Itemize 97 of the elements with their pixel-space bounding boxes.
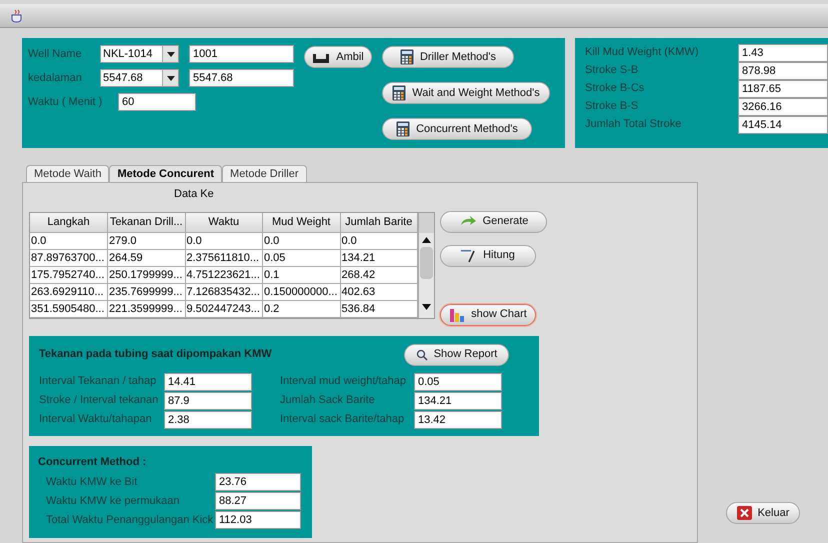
table-cell: 250.1799999... [108,266,185,284]
slash-icon [461,248,478,262]
text-field[interactable]: 88.27 [215,492,301,510]
field-label: Jumlah Sack Barite [280,393,376,408]
tab[interactable]: Metode Driller [222,165,306,182]
field-label: Waktu ( Menit ) [28,94,100,110]
field-label: Stroke B-Cs [585,81,646,96]
text-field[interactable]: 1001 [189,45,294,63]
fetch-button[interactable]: Ambil [304,46,372,68]
action-button[interactable]: Generate [440,210,547,232]
dropdown-arrow-icon [166,52,174,56]
field-label: Waktu KMW ke permukaan [46,494,180,509]
scroll-down-icon[interactable] [422,304,431,310]
calculator-icon [396,121,410,137]
table-cell: 536.84 [340,300,418,318]
field-label: Jumlah Total Stroke [585,117,682,132]
table-cell: 264.59 [108,250,185,266]
text-field[interactable]: 60 [118,93,196,111]
field-label: Interval mud weight/tahap [280,374,407,390]
report-button[interactable]: Show Report [404,344,509,366]
text-field[interactable]: 13.42 [414,410,502,428]
text-field[interactable]: 0.05 [414,372,502,390]
method-button[interactable]: Wait and Weight Method's [382,82,550,104]
calculator-icon [400,49,414,65]
table-cell: 0.150000000... [262,284,340,300]
scroll-thumb[interactable] [420,246,433,278]
table-cell: 0.0 [340,232,418,250]
table-cell: 268.42 [340,266,418,284]
table-cell: 235.7699999... [108,284,185,300]
table-cell: 0.0 [30,232,108,250]
table-cell: 0.2 [262,300,340,318]
table-cell: 0.0 [262,232,340,250]
field-label: Total Waktu Penanggulangan Kick [46,512,214,528]
field-label: Waktu KMW ke Bit [46,474,138,490]
calculator-icon [392,85,406,101]
exit-button[interactable]: Keluar [726,502,800,524]
table-cell: 4.751223621... [185,266,262,284]
data-label: Data Ke [174,187,214,202]
field-label: Well Name [28,46,83,62]
text-field[interactable]: 1.43 [738,44,828,62]
table-cell: 9.502447243... [185,300,262,318]
coffee-cup-icon [10,8,24,22]
column-header[interactable]: Tekanan Drill... [108,212,185,232]
column-header[interactable]: Waktu [185,212,262,232]
method-button[interactable]: Concurrent Method's [382,118,532,140]
bar-chart-icon [449,306,466,322]
text-field[interactable]: 112.03 [215,511,301,529]
scroll-up-icon[interactable] [422,236,431,242]
field-label: Interval sack Barite/tahap [280,412,406,428]
table-cell: 2.375611810... [185,250,262,266]
field-label: Interval Waktu/tahapan [39,412,153,428]
text-field[interactable]: 3266.16 [738,98,828,116]
header-corner [419,212,434,232]
section-title: Tekanan pada tubing saat dipompakan KMW [39,347,272,362]
field-label: Stroke / Interval tekanan [39,393,160,408]
text-field[interactable]: 4145.14 [738,116,828,134]
method-button[interactable]: Driller Method's [382,46,514,68]
field-label: Kill Mud Weight (KMW) [585,45,700,60]
table-cell: 0.05 [262,250,340,266]
search-icon [416,348,428,360]
table-cell: 263.6929110... [30,284,108,300]
table-cell: 279.0 [108,232,185,250]
table-cell: 351.5905480... [30,300,108,318]
section-title: Concurrent Method : [38,454,146,470]
column-header[interactable]: Langkah [30,212,108,232]
tray-icon [312,51,330,63]
table-cell: 402.63 [340,284,418,300]
table-cell: 0.0 [185,232,262,250]
action-button[interactable]: Hitung [440,244,536,266]
text-field[interactable]: 2.38 [164,410,252,428]
table-cell: 87.89763700... [30,250,108,266]
dropdown[interactable]: 5547.68 [100,69,179,87]
text-field[interactable]: 5547.68 [189,69,294,87]
table-cell: 0.1 [262,266,340,284]
table-cell: 7.126835432... [185,284,262,300]
column-header[interactable]: Mud Weight [262,212,340,232]
table-cell: 175.7952740... [30,266,108,284]
field-label: Interval Tekanan / tahap [39,374,158,390]
text-field[interactable]: 14.41 [164,372,252,390]
tab[interactable]: Metode Waith [26,165,110,182]
field-label: Stroke B-S [585,99,640,114]
text-field[interactable]: 87.9 [164,392,252,410]
text-field[interactable]: 878.98 [738,62,828,80]
table-cell: 221.3599999... [108,300,185,318]
action-button[interactable]: show Chart [440,304,536,326]
tab[interactable]: Metode Concurent [109,165,222,182]
scrollbar[interactable] [418,212,434,318]
text-field[interactable]: 1187.65 [738,80,828,98]
text-field[interactable]: 23.76 [215,473,301,491]
dropdown[interactable]: NKL-1014 [100,45,179,63]
text-field[interactable]: 134.21 [414,392,502,410]
field-label: Stroke S-B [585,63,640,78]
field-label: kedalaman [28,70,83,86]
dropdown-arrow-icon [166,76,174,80]
close-icon [736,506,752,520]
column-header[interactable]: Jumlah Barite [340,212,418,232]
table-cell: 134.21 [340,250,418,266]
